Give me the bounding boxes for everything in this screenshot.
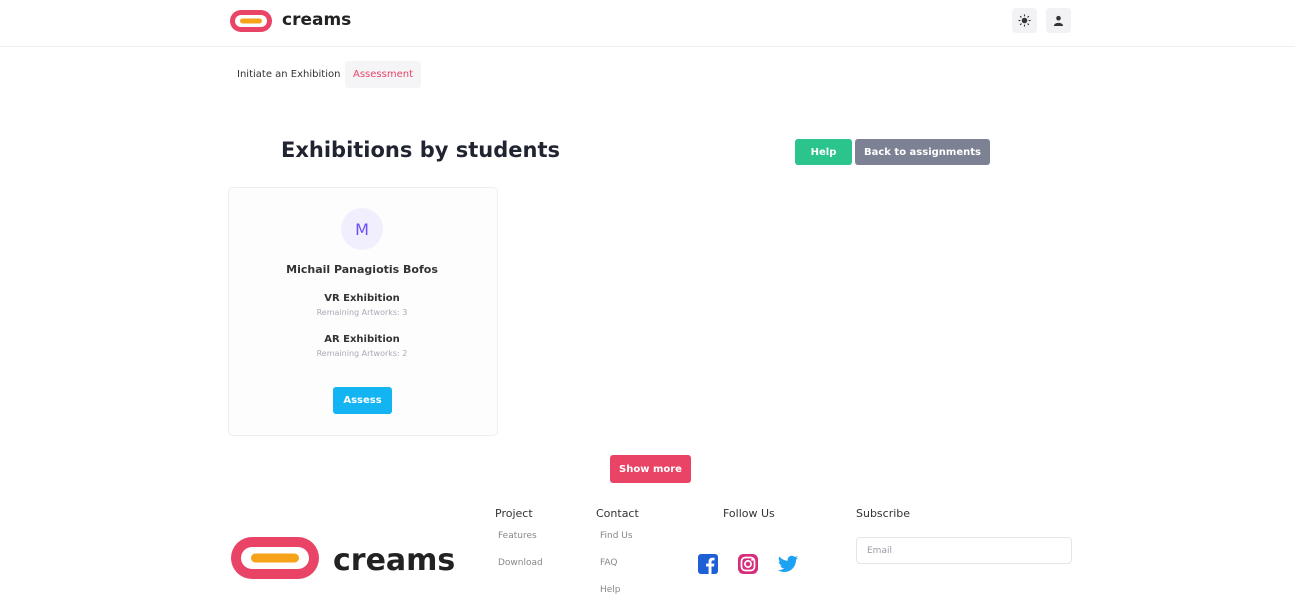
top-bar [0, 0, 1295, 47]
assess-button[interactable]: Assess [333, 387, 392, 414]
footer-link-download[interactable]: Download [498, 558, 543, 568]
footer-link-find-us[interactable]: Find Us [600, 531, 633, 541]
help-button[interactable]: Help [795, 139, 852, 165]
exhibition-title: AR Exhibition [324, 334, 400, 345]
page-title: Exhibitions by students [281, 138, 560, 162]
show-more-button[interactable]: Show more [610, 455, 691, 483]
theme-toggle-button[interactable] [1012, 8, 1037, 33]
user-icon [1053, 15, 1064, 26]
creams-logo-icon[interactable] [229, 9, 273, 33]
creams-logo-icon [231, 537, 319, 579]
footer-heading-subscribe: Subscribe [856, 507, 911, 520]
user-menu-button[interactable] [1046, 8, 1071, 33]
footer-link-features[interactable]: Features [498, 531, 537, 541]
footer-link-help[interactable]: Help [600, 585, 621, 595]
sun-icon [1018, 14, 1031, 27]
brand-name[interactable]: creams [282, 10, 351, 30]
footer-link-faq[interactable]: FAQ [600, 558, 617, 568]
footer-brand-name: creams [333, 543, 456, 578]
footer-heading-project: Project [495, 507, 533, 520]
back-to-assignments-button[interactable]: Back to assignments [855, 139, 990, 165]
student-name: Michail Panagiotis Bofos [286, 263, 438, 276]
avatar: M [341, 208, 383, 250]
exhibition-remaining: Remaining Artworks: 3 [316, 308, 408, 317]
email-field[interactable] [856, 537, 1072, 564]
footer-heading-follow: Follow Us [723, 507, 775, 520]
facebook-icon[interactable] [697, 553, 719, 575]
exhibition-remaining: Remaining Artworks: 2 [316, 349, 408, 358]
exhibition-title: VR Exhibition [324, 293, 400, 304]
footer-heading-contact: Contact [596, 507, 639, 520]
instagram-icon[interactable] [737, 553, 759, 575]
twitter-icon[interactable] [777, 553, 799, 575]
tab-initiate-exhibition[interactable]: Initiate an Exhibition [229, 61, 348, 88]
tab-assessment[interactable]: Assessment [345, 61, 421, 88]
